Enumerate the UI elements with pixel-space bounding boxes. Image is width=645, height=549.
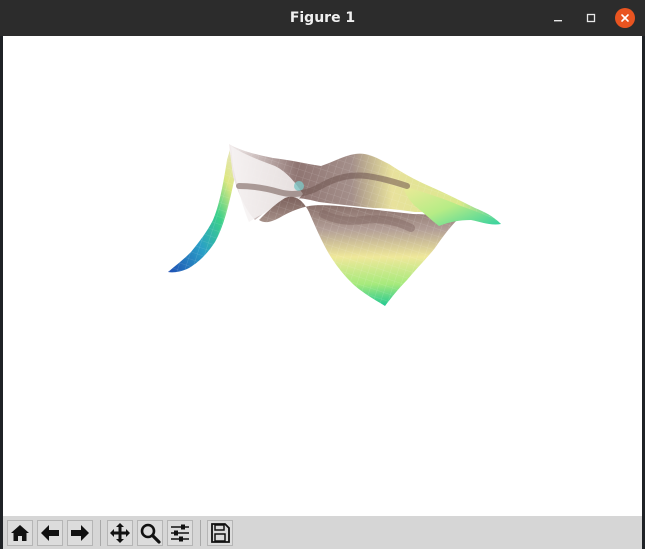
home-button[interactable]	[7, 520, 33, 546]
figure-window: Figure 1	[0, 0, 645, 549]
floppy-disk-icon	[211, 523, 230, 543]
arrow-left-icon	[41, 525, 59, 541]
toolbar-separator	[200, 520, 201, 546]
save-button[interactable]	[207, 520, 233, 546]
home-icon	[11, 525, 29, 541]
close-button[interactable]	[615, 8, 635, 28]
back-button[interactable]	[37, 520, 63, 546]
maximize-icon	[586, 13, 596, 23]
configure-subplots-button[interactable]	[167, 520, 193, 546]
close-icon	[621, 14, 629, 22]
magnifier-icon	[140, 523, 161, 544]
title-bar[interactable]: Figure 1	[0, 0, 645, 36]
sliders-icon	[171, 524, 189, 542]
surface-spot	[294, 181, 304, 191]
surface-left-tail-mesh	[168, 146, 235, 273]
surface-plot	[168, 144, 501, 306]
pan-button[interactable]	[107, 520, 133, 546]
navigation-toolbar	[3, 516, 642, 549]
minimize-icon	[554, 20, 562, 22]
minimize-button[interactable]	[548, 8, 568, 28]
toolbar-separator	[100, 520, 101, 546]
arrow-right-icon	[71, 525, 89, 541]
forward-button[interactable]	[67, 520, 93, 546]
maximize-button[interactable]	[581, 8, 601, 28]
figure-canvas[interactable]	[3, 36, 642, 516]
move-icon	[110, 523, 130, 543]
zoom-button[interactable]	[137, 520, 163, 546]
